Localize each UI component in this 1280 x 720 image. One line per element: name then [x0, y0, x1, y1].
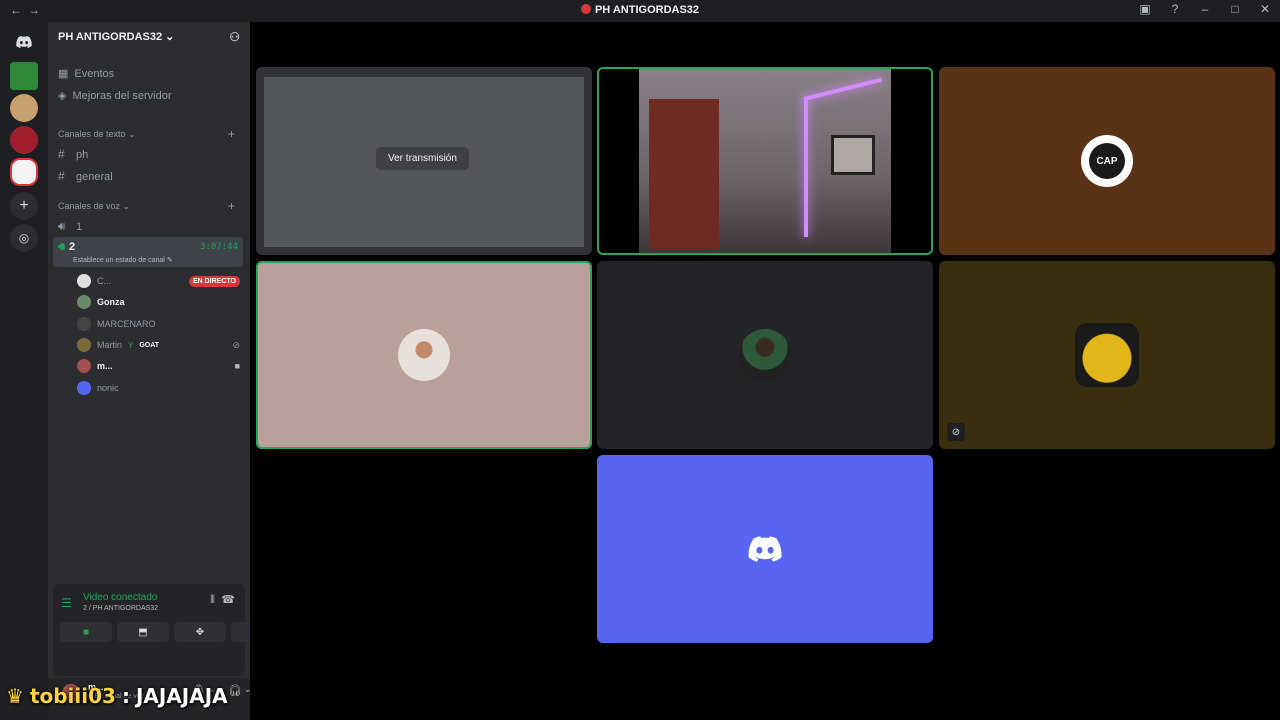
- voice-channel-2[interactable]: 🔊︎ 2 3:07:44 Establece un estado de canal…: [53, 237, 243, 267]
- server-icon-copa[interactable]: [10, 62, 38, 90]
- add-server-icon[interactable]: +: [10, 192, 38, 220]
- hash-icon: #: [58, 169, 65, 183]
- headphones-icon[interactable]: 🎧︎: [228, 684, 242, 697]
- camera-tile[interactable]: [597, 67, 933, 255]
- voice-member[interactable]: Martin Y GOAT ⊘: [77, 338, 242, 352]
- voice-channel-1[interactable]: 🔊︎ 1: [58, 219, 82, 234]
- chat-message: JAJAJAJA: [135, 684, 228, 708]
- connection-status: Video conectado: [83, 592, 158, 603]
- voice-timer: 3:07:44: [200, 242, 238, 252]
- avatar: [398, 329, 450, 381]
- mic-muted-icon: ⊘: [947, 423, 965, 441]
- camera-button[interactable]: ■: [60, 622, 112, 642]
- view-stream-button[interactable]: Ver transmisión: [376, 147, 469, 170]
- channel-sidebar: PH ANTIGORDAS32 ⌄ ⚇ ▦ Eventos ◈ Mejoras …: [48, 22, 283, 720]
- voice-category[interactable]: Canales de voz ⌄ +: [58, 199, 235, 213]
- menu-events[interactable]: ▦ Eventos: [58, 67, 114, 81]
- avatar: [1075, 323, 1139, 387]
- participant-tile[interactable]: ⊘: [939, 261, 1275, 449]
- chevron-down-icon: ⌄: [165, 31, 175, 43]
- stream-tile[interactable]: Ver transmisión: [256, 67, 592, 255]
- discord-logo-icon: [748, 536, 782, 567]
- cap-logo: CAP: [1089, 143, 1125, 179]
- inbox-icon[interactable]: ▣: [1138, 2, 1152, 16]
- explore-icon[interactable]: ◎: [10, 224, 38, 252]
- screen-share-button[interactable]: ⬒: [117, 622, 169, 642]
- server-header[interactable]: PH ANTIGORDAS32 ⌄ ⚇: [48, 22, 250, 54]
- server-icon: [580, 4, 591, 14]
- channel-ph[interactable]: # ph: [58, 147, 88, 161]
- live-badge: EN DIRECTO: [188, 275, 240, 287]
- participant-tile[interactable]: [597, 455, 933, 643]
- edit-icon: ✎: [166, 257, 173, 264]
- channel-status[interactable]: Establece un estado de canal ✎: [73, 256, 173, 264]
- crown-icon: ♛: [6, 684, 24, 708]
- picture-frame: [831, 135, 875, 175]
- connection-location[interactable]: 2 / PH ANTIGORDAS32: [83, 605, 158, 612]
- participant-tile[interactable]: CAP: [939, 67, 1275, 255]
- tag-icon: Y: [128, 340, 134, 350]
- avatar: [77, 381, 91, 395]
- help-icon[interactable]: ?: [1168, 2, 1182, 16]
- voice-member[interactable]: MARCENARO: [77, 317, 242, 331]
- add-voice-channel-icon[interactable]: +: [228, 199, 235, 213]
- server-icon-active[interactable]: [10, 158, 38, 186]
- chat-separator: :: [121, 684, 130, 708]
- invite-icon[interactable]: ⚇: [229, 30, 240, 44]
- noise-suppression-icon[interactable]: ⦀: [210, 594, 215, 607]
- led-strip: [803, 77, 883, 101]
- disconnect-icon[interactable]: ☎: [221, 593, 235, 606]
- avatar: [739, 329, 791, 381]
- voice-member[interactable]: m... ■: [77, 359, 242, 373]
- discord-home-icon[interactable]: [10, 28, 38, 56]
- minimize-button[interactable]: –: [1198, 2, 1212, 16]
- chat-username: tobiii03: [29, 684, 116, 708]
- camera-feed: [639, 69, 891, 253]
- text-category[interactable]: Canales de texto ⌄ +: [58, 127, 235, 141]
- led-strip: [804, 97, 808, 237]
- speaker-icon: 🔊︎: [58, 219, 66, 233]
- voice-member[interactable]: Gonza: [77, 295, 242, 309]
- close-button[interactable]: ✕: [1258, 2, 1272, 16]
- avatar: [77, 274, 91, 288]
- avatar: [77, 317, 91, 331]
- participant-tile[interactable]: [256, 261, 592, 449]
- channel-general[interactable]: # general: [58, 169, 113, 183]
- stream-chat-overlay: ♛ tobiii03 : JAJAJAJA: [6, 684, 228, 708]
- server-list: + ◎: [0, 22, 48, 720]
- voice-member[interactable]: C... EN DIRECTO: [77, 274, 242, 288]
- signal-icon: ☰: [61, 596, 72, 610]
- maximize-button[interactable]: □: [1228, 2, 1242, 16]
- add-text-channel-icon[interactable]: +: [228, 127, 235, 141]
- calendar-icon: ▦: [58, 68, 69, 80]
- window-title: PH ANTIGORDAS32: [0, 4, 1280, 16]
- door: [649, 99, 719, 249]
- avatar: CAP: [1081, 135, 1133, 187]
- voice-member[interactable]: nonic: [77, 381, 242, 395]
- title-bar: ←→ PH ANTIGORDAS32 ▣ ? – □ ✕: [0, 0, 1280, 22]
- video-stage: Ver transmisión CAP ⊘: [250, 22, 1280, 720]
- avatar: [77, 338, 91, 352]
- menu-boosts[interactable]: ◈ Mejoras del servidor: [58, 89, 172, 103]
- boost-icon: ◈: [58, 90, 67, 102]
- avatar: [77, 295, 91, 309]
- activities-button[interactable]: ✥: [174, 622, 226, 642]
- server-icon-red[interactable]: [10, 126, 38, 154]
- speaker-icon: 🔊︎: [58, 241, 65, 253]
- participant-tile[interactable]: [597, 261, 933, 449]
- hash-icon: #: [58, 147, 65, 161]
- avatar: [77, 359, 91, 373]
- mic-muted-icon: ⊘: [232, 339, 240, 350]
- camera-icon: ■: [234, 361, 240, 371]
- server-icon-avatar[interactable]: [10, 94, 38, 122]
- voice-connection-panel: ☰ Video conectado 2 / PH ANTIGORDAS32 ⦀ …: [53, 584, 283, 676]
